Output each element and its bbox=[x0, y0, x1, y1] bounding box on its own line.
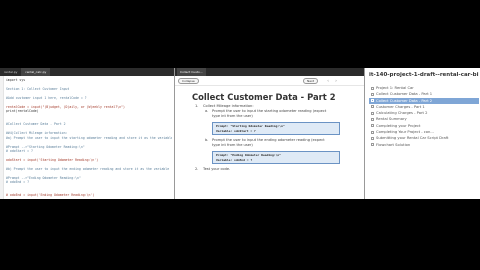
sub-step-letter: b. bbox=[205, 138, 209, 142]
sub-step-continued: type int from the user) bbox=[212, 143, 253, 147]
chevron-left-icon[interactable]: ‹ bbox=[325, 78, 331, 84]
step-text: Collect Mileage information: bbox=[203, 104, 254, 108]
toc-item-label: Collect Customer Data - Part 1 bbox=[376, 92, 433, 97]
checkbox-icon bbox=[371, 92, 374, 96]
code-line: # odoEnd = input('Ending Odometer Readin… bbox=[6, 193, 95, 198]
page-title: Collect Customer Data - Part 2 bbox=[192, 92, 336, 102]
editor-tab[interactable] bbox=[50, 68, 58, 76]
toc-item-label: Completing Your Project - con... bbox=[376, 130, 434, 135]
doc-body: 1. Collect Mileage information: a. Prompt t… bbox=[195, 104, 361, 172]
checkbox-icon bbox=[371, 143, 374, 147]
doc-nav-bar: Collapse Next ‹ › bbox=[175, 76, 364, 86]
editor-gutter bbox=[0, 76, 4, 199]
editor-tab-bar: rental.py rental_calc.py bbox=[0, 68, 174, 76]
table-of-contents: it-140-project-1-draft--rental-car-bill.… bbox=[364, 68, 480, 199]
code-example-line: Variable: odoEnd = ? bbox=[216, 157, 253, 162]
instructions-panel: Collect Custo... Collapse Next ‹ › Colle… bbox=[174, 68, 364, 199]
step-text: Test your code. bbox=[203, 167, 231, 171]
editor-tab[interactable]: rental_calc.py bbox=[21, 68, 51, 76]
checkbox-icon bbox=[371, 117, 374, 121]
toc-title[interactable]: it-140-project-1-draft--rental-car-bill.… bbox=[369, 72, 479, 82]
step-number: 2. bbox=[195, 167, 199, 171]
step: 2. Test your code. bbox=[195, 167, 361, 172]
code-example-box: Prompt: "Ending Odometer Reading:\n" Vari… bbox=[212, 151, 340, 164]
doc-tab[interactable]: Collect Custo... bbox=[177, 68, 206, 76]
code-area[interactable]: import sys Section 1: Collect Customer In… bbox=[6, 78, 172, 199]
sub-step-text: Prompt the user to input the ending odom… bbox=[212, 138, 325, 142]
code-editor[interactable]: rental.py rental_calc.py import sys Sectio… bbox=[0, 68, 174, 199]
checkbox-icon bbox=[371, 130, 374, 134]
toc-item-label: Submitting your Rental Car Script Draft bbox=[376, 136, 449, 141]
toc-item-label: Rental Summary bbox=[376, 117, 407, 122]
toc-item-label: Completing your Project bbox=[376, 123, 421, 128]
toc-item-label: Project 1: Rental Car bbox=[376, 86, 414, 90]
checkbox-icon bbox=[371, 124, 374, 128]
collapse-button[interactable]: Collapse bbox=[178, 78, 199, 84]
checkbox-icon bbox=[371, 105, 374, 109]
toc-item-label: Flowchart Solution bbox=[376, 142, 411, 147]
toc-item-label: Collect Customer Data - Part 2 bbox=[376, 98, 433, 103]
sub-step-letter: a. bbox=[205, 109, 209, 113]
checkbox-icon bbox=[371, 86, 374, 90]
editor-tab[interactable]: rental.py bbox=[0, 68, 21, 76]
toc-item[interactable]: Flowchart Solution bbox=[369, 142, 479, 148]
step-number: 1. bbox=[195, 104, 199, 108]
code-example-line: Variable: odoStart = ? bbox=[216, 128, 256, 133]
toc-list: Project 1: Rental Car Collect Customer Da… bbox=[369, 85, 479, 148]
checkbox-icon bbox=[371, 111, 374, 115]
next-button[interactable]: Next bbox=[303, 78, 318, 84]
checkbox-icon bbox=[371, 136, 374, 140]
code-example-box: Prompt: "Starting Odometer Reading:\n" Va… bbox=[212, 122, 340, 135]
toc-item-label: Calculating Charges - Part 2 bbox=[376, 111, 428, 116]
code-line: #a) Prompt the user to input the startin… bbox=[6, 135, 172, 140]
checkbox-icon bbox=[371, 99, 374, 103]
toc-item-label: Customer Charges - Part 1 bbox=[376, 104, 425, 109]
doc-tab-bar: Collect Custo... bbox=[175, 68, 364, 76]
sub-step-continued: type int from the user) bbox=[212, 114, 253, 118]
code-line: #b) Prompt the user to input the ending … bbox=[6, 166, 170, 171]
app-window: rental.py rental_calc.py import sys Sectio… bbox=[0, 68, 480, 199]
chevron-right-icon[interactable]: › bbox=[333, 78, 339, 84]
sub-step-text: Prompt the user to input the starting od… bbox=[212, 109, 327, 113]
